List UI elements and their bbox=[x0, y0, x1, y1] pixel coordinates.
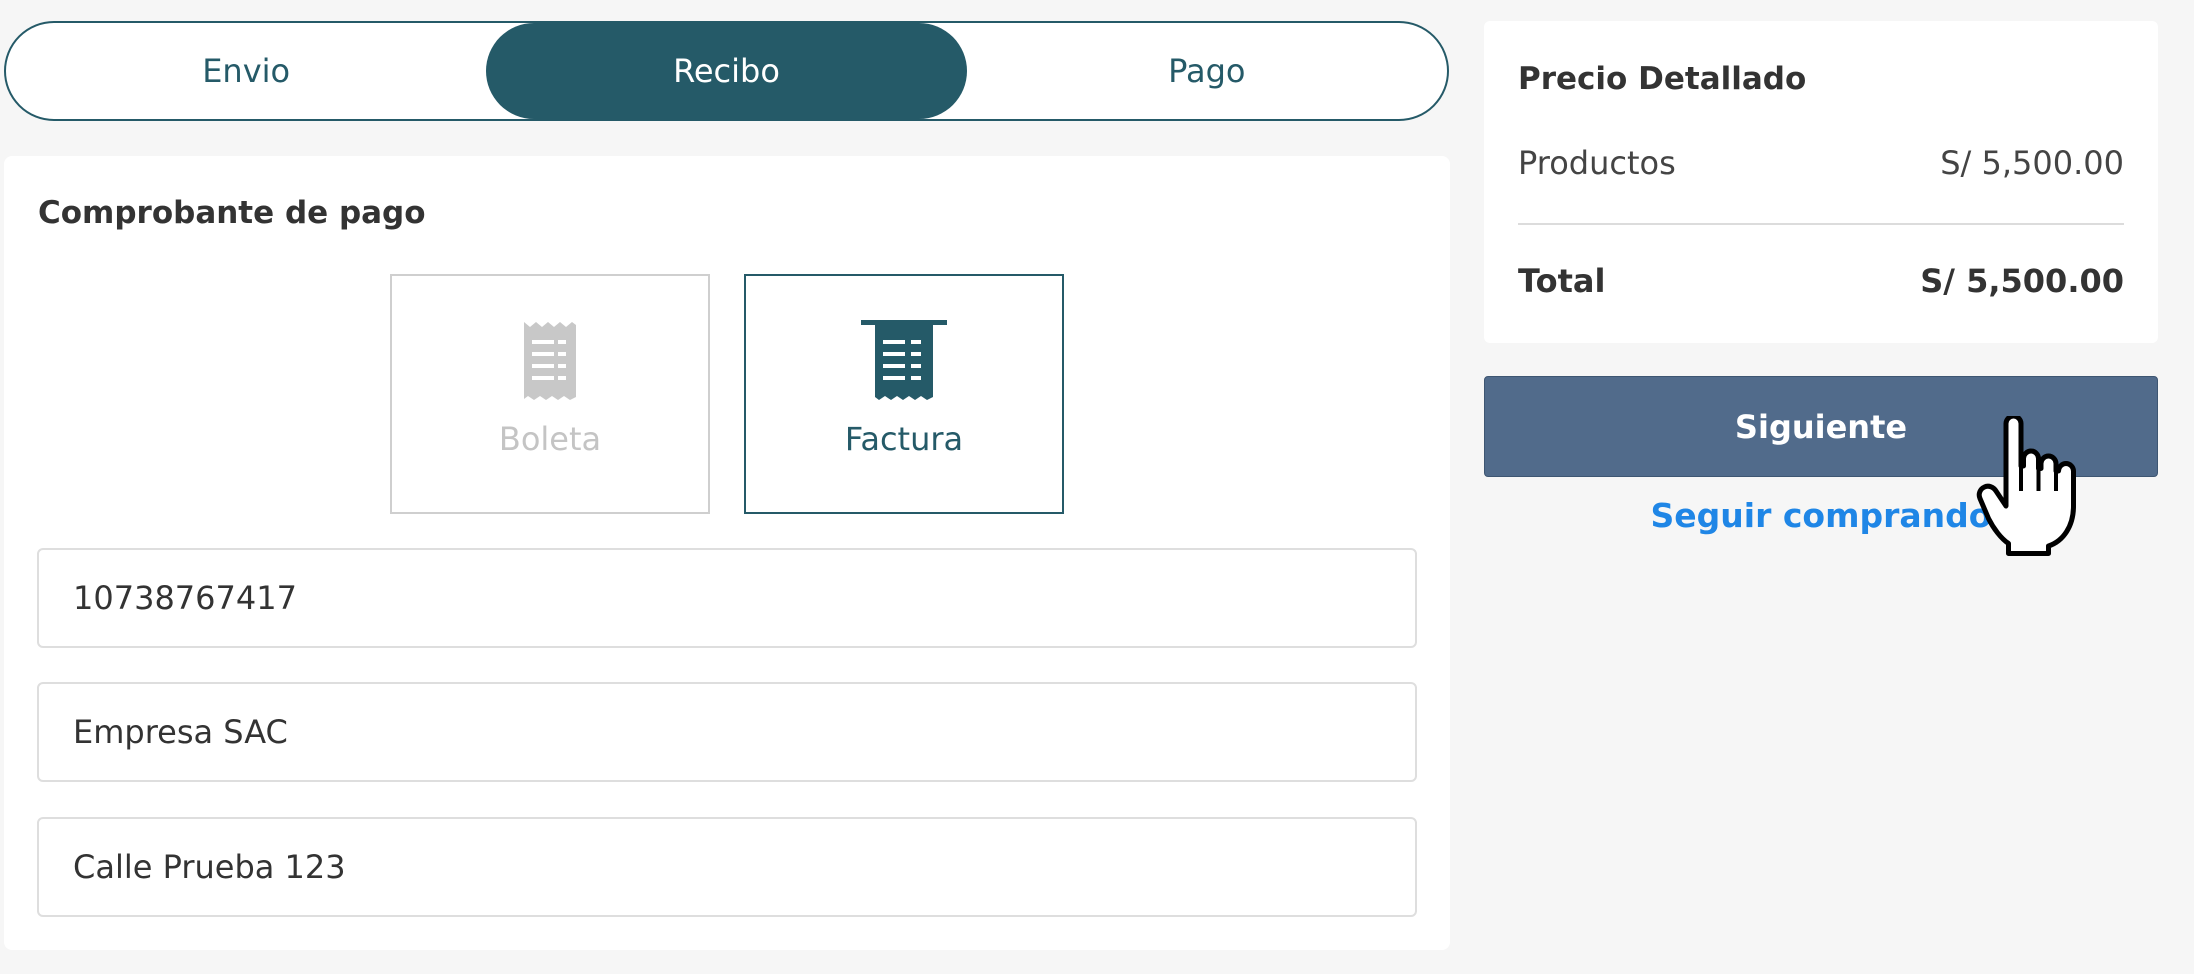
checkout-steps: Envio Recibo Pago bbox=[4, 21, 1449, 121]
total-value: S/ 5,500.00 bbox=[1920, 262, 2124, 300]
ruc-input[interactable] bbox=[37, 548, 1417, 648]
receipt-icon bbox=[524, 322, 576, 400]
checkout-page: Envio Recibo Pago Comprobante de pago Bo… bbox=[0, 0, 2194, 974]
products-label: Productos bbox=[1518, 144, 1676, 182]
products-row: Productos S/ 5,500.00 bbox=[1518, 144, 2124, 182]
address-input[interactable] bbox=[37, 817, 1417, 917]
total-row: Total S/ 5,500.00 bbox=[1518, 262, 2124, 300]
summary-title: Precio Detallado bbox=[1518, 61, 1807, 97]
summary-divider bbox=[1518, 223, 2124, 225]
total-label: Total bbox=[1518, 262, 1606, 300]
hand-pointer-icon bbox=[1976, 416, 2076, 556]
factura-option[interactable]: Factura bbox=[744, 274, 1064, 514]
invoice-icon bbox=[861, 320, 947, 400]
step-envio[interactable]: Envio bbox=[6, 23, 486, 119]
price-summary: Precio Detallado Productos S/ 5,500.00 T… bbox=[1484, 21, 2158, 343]
boleta-option[interactable]: Boleta bbox=[390, 274, 710, 514]
receipt-card: Comprobante de pago Boleta Factura 10738… bbox=[4, 156, 1450, 950]
step-recibo[interactable]: Recibo bbox=[486, 23, 967, 119]
boleta-label: Boleta bbox=[498, 420, 602, 458]
receipt-section-title: Comprobante de pago bbox=[38, 195, 426, 231]
step-pago[interactable]: Pago bbox=[967, 23, 1447, 119]
products-value: S/ 5,500.00 bbox=[1940, 144, 2124, 182]
factura-label: Factura bbox=[844, 420, 964, 458]
company-name-input[interactable] bbox=[37, 682, 1417, 782]
